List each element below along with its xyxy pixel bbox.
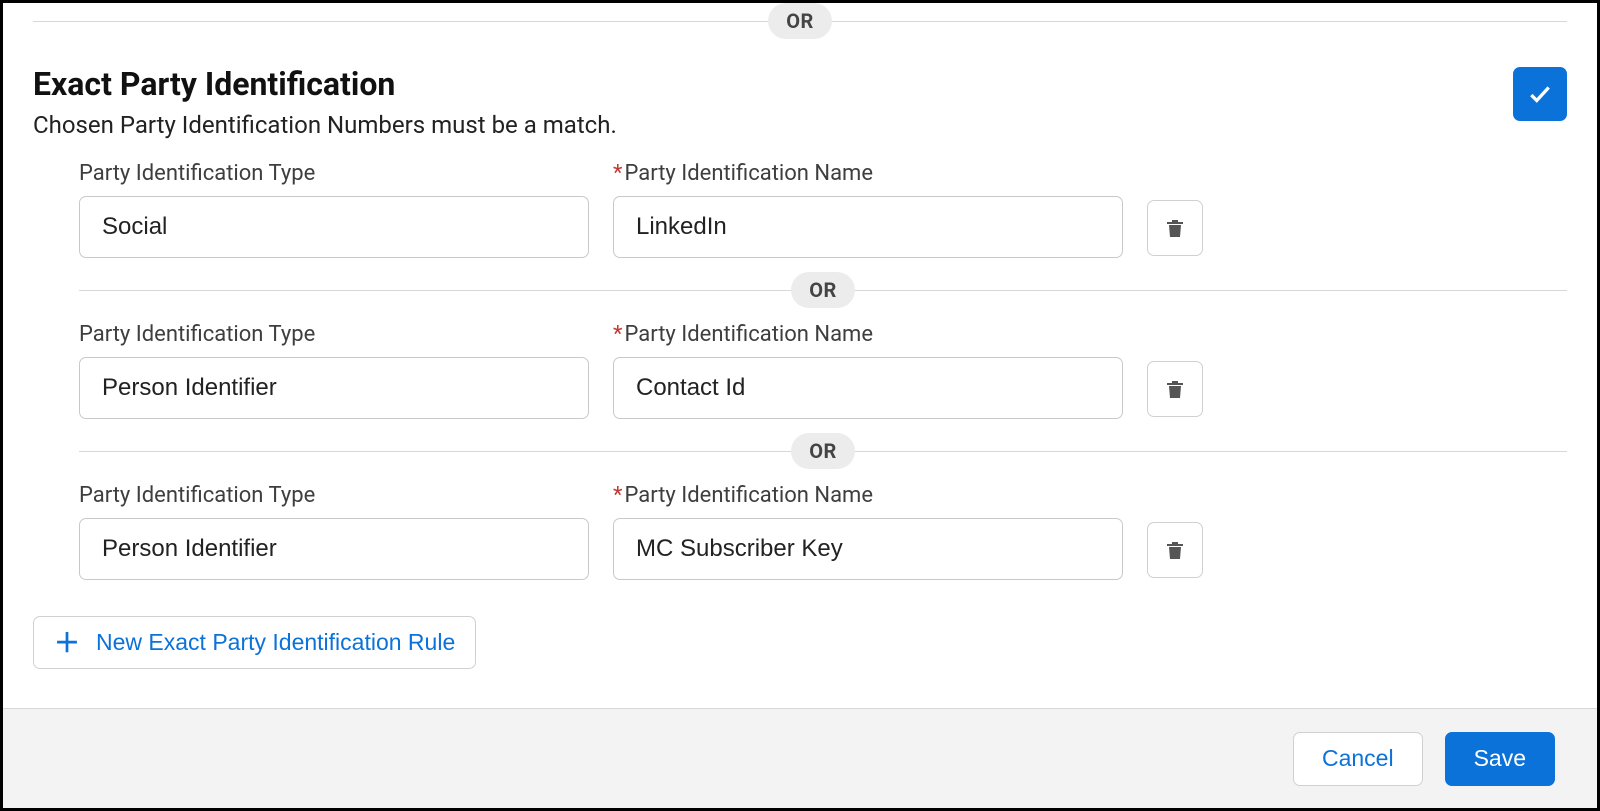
- party-name-field: *Party Identification Name: [613, 161, 1123, 258]
- delete-rule-button[interactable]: [1147, 200, 1203, 256]
- party-type-label: Party Identification Type: [79, 161, 589, 186]
- section-title: Exact Party Identification: [33, 65, 617, 103]
- trash-icon: [1163, 377, 1187, 401]
- delete-rule-button[interactable]: [1147, 522, 1203, 578]
- trash-icon: [1163, 538, 1187, 562]
- party-name-input[interactable]: [613, 196, 1123, 258]
- cancel-button[interactable]: Cancel: [1293, 732, 1423, 786]
- rule-row: Party Identification Type *Party Identif…: [79, 308, 1567, 433]
- add-rule-label: New Exact Party Identification Rule: [96, 629, 455, 656]
- required-mark: *: [613, 322, 622, 347]
- party-name-field: *Party Identification Name: [613, 483, 1123, 580]
- app-frame: OR Exact Party Identification Chosen Par…: [0, 0, 1600, 811]
- or-pill: OR: [791, 272, 855, 308]
- save-button[interactable]: Save: [1445, 732, 1555, 786]
- party-type-field: Party Identification Type: [79, 483, 589, 580]
- party-name-label: *Party Identification Name: [613, 483, 1123, 508]
- party-name-input[interactable]: [613, 357, 1123, 419]
- party-type-label: Party Identification Type: [79, 322, 589, 347]
- delete-rule-button[interactable]: [1147, 361, 1203, 417]
- party-name-label: *Party Identification Name: [613, 161, 1123, 186]
- or-divider-top: OR: [33, 3, 1567, 39]
- party-name-input[interactable]: [613, 518, 1123, 580]
- or-pill: OR: [768, 3, 832, 39]
- or-divider: OR: [79, 433, 1567, 469]
- party-type-input[interactable]: [79, 196, 589, 258]
- party-type-input[interactable]: [79, 357, 589, 419]
- party-type-field: Party Identification Type: [79, 322, 589, 419]
- party-name-label-text: Party Identification Name: [624, 161, 873, 186]
- confirm-section-button[interactable]: [1513, 67, 1567, 121]
- plus-icon: ＋: [54, 630, 80, 656]
- or-divider: OR: [79, 272, 1567, 308]
- required-mark: *: [613, 483, 622, 508]
- add-rule-button[interactable]: ＋ New Exact Party Identification Rule: [33, 616, 476, 669]
- section-header-text: Exact Party Identification Chosen Party …: [33, 65, 617, 147]
- check-icon: [1527, 81, 1553, 107]
- rules-area: Party Identification Type *Party Identif…: [33, 147, 1567, 594]
- section-subtitle: Chosen Party Identification Numbers must…: [33, 111, 617, 139]
- footer: Cancel Save: [3, 708, 1597, 808]
- required-mark: *: [613, 161, 622, 186]
- party-name-label-text: Party Identification Name: [624, 322, 873, 347]
- or-pill: OR: [791, 433, 855, 469]
- party-name-field: *Party Identification Name: [613, 322, 1123, 419]
- party-type-input[interactable]: [79, 518, 589, 580]
- party-name-label: *Party Identification Name: [613, 322, 1123, 347]
- rule-row: Party Identification Type *Party Identif…: [79, 147, 1567, 272]
- section-header: Exact Party Identification Chosen Party …: [33, 65, 1567, 147]
- party-type-label: Party Identification Type: [79, 483, 589, 508]
- trash-icon: [1163, 216, 1187, 240]
- party-type-field: Party Identification Type: [79, 161, 589, 258]
- party-name-label-text: Party Identification Name: [624, 483, 873, 508]
- rule-row: Party Identification Type *Party Identif…: [79, 469, 1567, 594]
- content-scroll[interactable]: OR Exact Party Identification Chosen Par…: [3, 3, 1597, 708]
